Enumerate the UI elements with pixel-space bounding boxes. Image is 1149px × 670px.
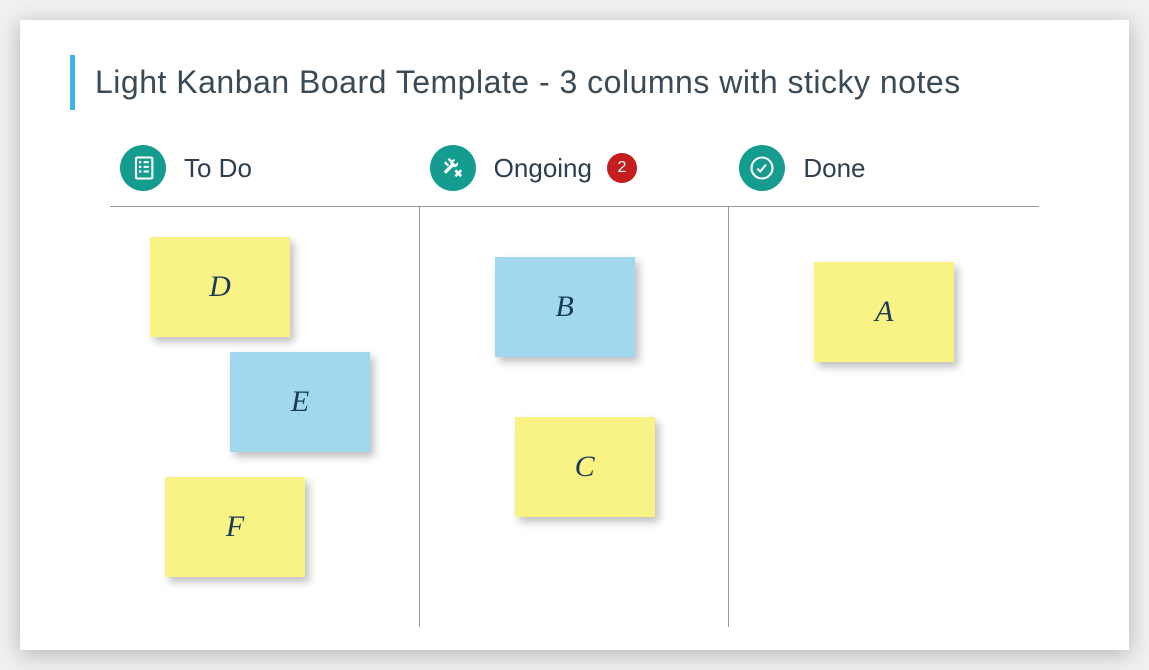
sticky-note[interactable]: C xyxy=(515,417,655,517)
column-body-todo[interactable]: D E F xyxy=(110,207,420,627)
sticky-note[interactable]: B xyxy=(495,257,635,357)
column-header-todo: To Do xyxy=(110,145,420,207)
checklist-icon xyxy=(120,145,166,191)
slide-title: Light Kanban Board Template - 3 columns … xyxy=(95,64,961,101)
sticky-note[interactable]: A xyxy=(814,262,954,362)
count-badge: 2 xyxy=(607,153,637,183)
column-title-ongoing: Ongoing xyxy=(494,153,592,184)
note-label: D xyxy=(209,270,231,304)
note-label: B xyxy=(556,290,574,324)
column-header-done: Done xyxy=(729,145,1039,207)
column-body-done[interactable]: A xyxy=(729,207,1039,627)
column-title-done: Done xyxy=(803,153,865,184)
sticky-note[interactable]: D xyxy=(150,237,290,337)
note-label: F xyxy=(226,510,244,544)
note-label: C xyxy=(575,450,595,484)
column-todo: To Do D E F xyxy=(110,145,420,627)
column-done: Done A xyxy=(729,145,1039,627)
kanban-board: To Do D E F Ongoing 2 xyxy=(110,145,1039,627)
column-header-ongoing: Ongoing 2 xyxy=(420,145,730,207)
sticky-note[interactable]: E xyxy=(230,352,370,452)
column-body-ongoing[interactable]: B C xyxy=(420,207,730,627)
note-label: E xyxy=(291,385,309,419)
tools-icon xyxy=(430,145,476,191)
sticky-note[interactable]: F xyxy=(165,477,305,577)
kanban-slide: Light Kanban Board Template - 3 columns … xyxy=(20,20,1129,650)
column-ongoing: Ongoing 2 B C xyxy=(420,145,730,627)
note-label: A xyxy=(875,295,893,329)
column-title-todo: To Do xyxy=(184,153,252,184)
check-circle-icon xyxy=(739,145,785,191)
title-accent xyxy=(70,55,75,110)
title-bar: Light Kanban Board Template - 3 columns … xyxy=(70,55,1079,110)
